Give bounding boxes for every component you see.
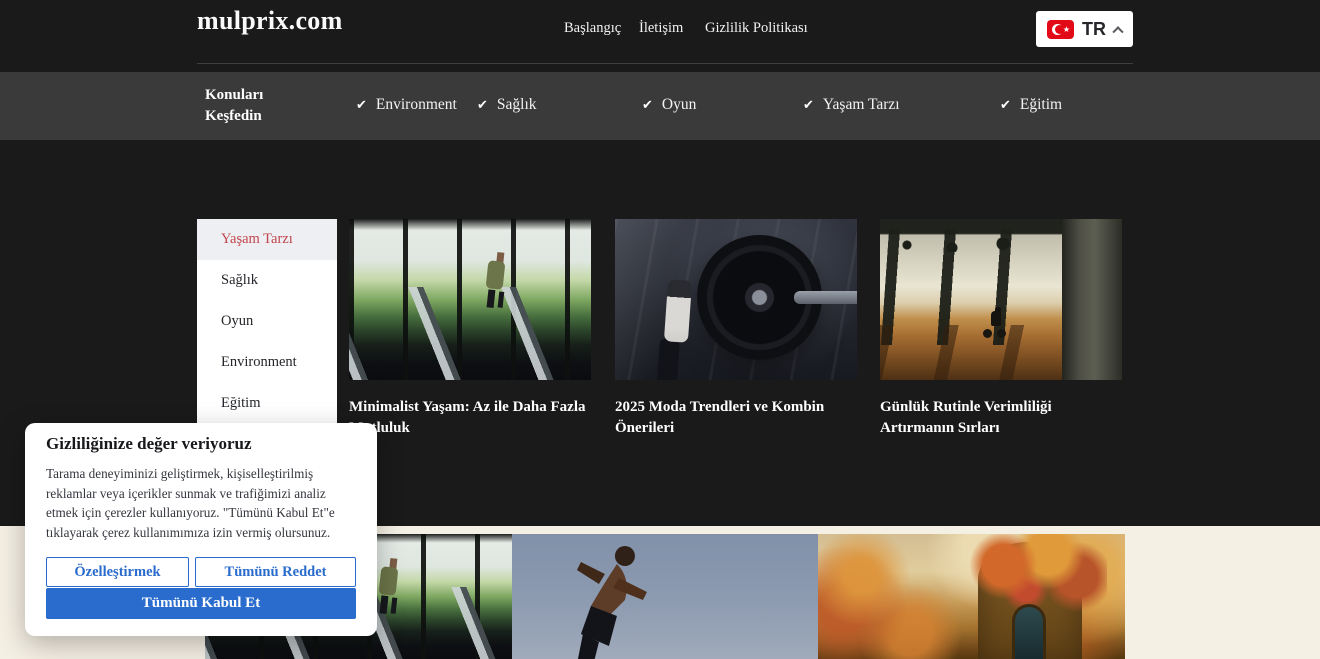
topic-toggle-environment[interactable]: ✔ Environment	[356, 96, 457, 114]
article-image-barbell-deadlift[interactable]	[615, 219, 857, 380]
article-title[interactable]: Minimalist Yaşam: Az ile Daha Fazla Mutl…	[349, 397, 591, 439]
nav-link-iletisim[interactable]: İletişim	[639, 20, 683, 37]
sprinter-silhouette-graphic	[518, 534, 696, 659]
nav-link-gizlilik-politikasi[interactable]: Gizlilik Politikası	[705, 20, 808, 37]
chevron-up-icon	[1112, 26, 1123, 37]
category-sidebar: Yaşam Tarzı Sağlık Oyun Environment Eğit…	[197, 219, 337, 424]
stone-pillar-graphic	[1062, 219, 1123, 380]
customize-button[interactable]: Özelleştirmek	[46, 557, 189, 587]
language-selector[interactable]: ★ TR	[1036, 11, 1133, 47]
topic-label: Eğitim	[1020, 96, 1062, 114]
leg-sock-graphic	[664, 279, 692, 343]
sidebar-item-environment[interactable]: Environment	[197, 342, 337, 383]
accept-all-button[interactable]: Tümünü Kabul Et	[46, 588, 356, 619]
topic-label: Sağlık	[497, 96, 537, 114]
header: mulprix.com Başlangıç İletişim Gizlilik …	[0, 0, 1320, 72]
bridge-lamps-graphic	[895, 238, 1045, 252]
article-card: 2025 Moda Trendleri ve Kombin Önerileri	[615, 219, 857, 439]
sidebar-item-egitim[interactable]: Eğitim	[197, 383, 337, 424]
language-code: TR	[1082, 19, 1106, 40]
cookie-button-row: Özelleştirmek Tümünü Reddet	[46, 557, 356, 587]
cookie-dialog-body: Tarama deneyiminizi geliştirmek, kişisel…	[46, 464, 360, 542]
topic-label: Yaşam Tarzı	[823, 96, 900, 114]
article-image-gym-treadmills[interactable]	[349, 219, 591, 380]
topic-toggle-saglik[interactable]: ✔ Sağlık	[477, 96, 537, 114]
check-icon: ✔	[356, 97, 367, 113]
gallery-image-autumn-fantasy-door[interactable]	[818, 534, 1125, 659]
check-icon: ✔	[1000, 97, 1011, 113]
nav-link-baslangic[interactable]: Başlangıç	[564, 20, 621, 37]
cookie-dialog-title: Gizliliğinize değer veriyoruz	[46, 434, 252, 454]
article-title[interactable]: 2025 Moda Trendleri ve Kombin Önerileri	[615, 397, 857, 439]
flag-star: ★	[1063, 24, 1070, 35]
topic-label: Environment	[376, 96, 457, 114]
topics-bar: Konuları Keşfedin ✔ Environment ✔ Sağlık…	[0, 72, 1320, 140]
article-title[interactable]: Günlük Rutinle Verimliliği Artırmanın Sı…	[880, 397, 1122, 439]
topic-toggle-oyun[interactable]: ✔ Oyun	[642, 96, 696, 114]
topic-label: Oyun	[662, 96, 696, 114]
flag-crescent	[1052, 24, 1063, 35]
article-image-bridge-cyclist[interactable]	[880, 219, 1122, 380]
topic-toggle-egitim[interactable]: ✔ Eğitim	[1000, 96, 1062, 114]
article-card: Minimalist Yaşam: Az ile Daha Fazla Mutl…	[349, 219, 591, 439]
sidebar-item-saglik[interactable]: Sağlık	[197, 260, 337, 301]
header-divider	[197, 63, 1133, 64]
cyclist-silhouette-graphic	[982, 311, 1010, 338]
ground-shadows-graphic	[880, 325, 1062, 380]
sidebar-item-oyun[interactable]: Oyun	[197, 301, 337, 342]
check-icon: ✔	[642, 97, 653, 113]
fantasy-door-graphic	[1012, 604, 1046, 659]
topic-toggle-yasam-tarzi[interactable]: ✔ Yaşam Tarzı	[803, 96, 900, 114]
check-icon: ✔	[477, 97, 488, 113]
site-logo[interactable]: mulprix.com	[197, 6, 343, 36]
sidebar-item-yasam-tarzi[interactable]: Yaşam Tarzı	[197, 219, 337, 260]
article-card: Günlük Rutinle Verimliliği Artırmanın Sı…	[880, 219, 1122, 439]
turkish-flag-icon: ★	[1047, 20, 1074, 39]
reject-all-button[interactable]: Tümünü Reddet	[195, 557, 356, 587]
explore-topics-title: Konuları Keşfedin	[205, 85, 297, 127]
check-icon: ✔	[803, 97, 814, 113]
gallery-image-sprinter[interactable]	[512, 534, 819, 659]
cookie-consent-dialog: Gizliliğinize değer veriyoruz Tarama den…	[25, 423, 377, 636]
page: mulprix.com Başlangıç İletişim Gizlilik …	[0, 0, 1320, 659]
